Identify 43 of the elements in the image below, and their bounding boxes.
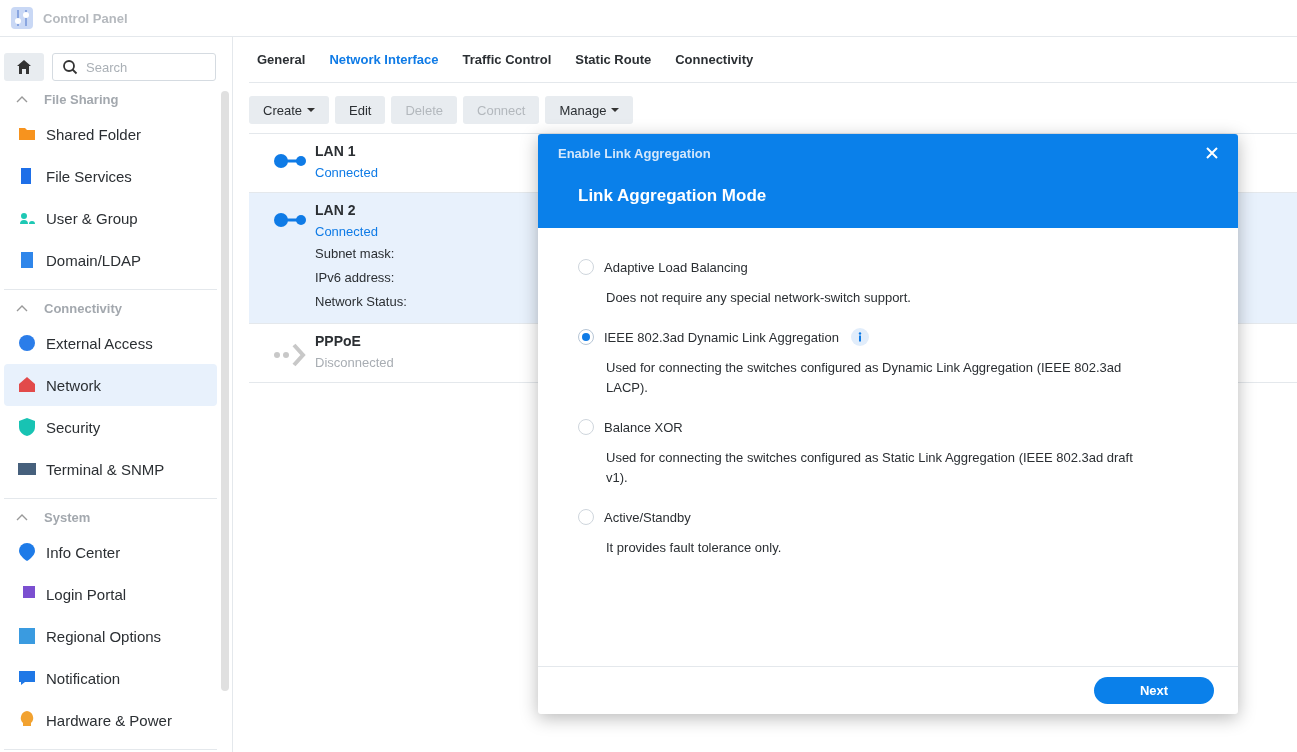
sidebar-item[interactable]: Info Center	[4, 531, 217, 573]
tab[interactable]: General	[257, 52, 306, 67]
tab[interactable]: Connectivity	[675, 52, 754, 67]
sidebar-item[interactable]: Shared Folder	[4, 113, 217, 155]
interface-name: LAN 1	[315, 143, 357, 161]
sidebar-item[interactable]: User & Group	[4, 197, 217, 239]
option-description: Used for connecting the switches configured as Dynamic Link Aggregation (IEEE 802.3ad LACP).	[605, 359, 1123, 397]
dialog-heading: Link Aggregation Mode	[577, 186, 768, 206]
interface-status: Disconnected	[315, 355, 394, 372]
sidebar-item[interactable]: Hardware & Power	[4, 699, 217, 741]
window-title: Control Panel	[43, 10, 128, 26]
dialog-title: Enable Link Aggregation	[558, 145, 711, 161]
interface-name: LAN 2	[315, 202, 357, 220]
sidebar-item[interactable]: Notification	[4, 657, 217, 699]
option-description: Does not require any special network-switch support.	[605, 289, 912, 307]
toolbar-button[interactable]: Manage	[545, 96, 634, 124]
search-field[interactable]: Search	[52, 53, 216, 81]
tab[interactable]: Traffic Control	[462, 52, 552, 67]
sidebar-item[interactable]: Domain/LDAP	[4, 239, 217, 281]
option-label[interactable]: Balance XOR	[604, 419, 683, 435]
toolbar-button[interactable]: Create	[249, 96, 330, 124]
tab[interactable]: Network Interface	[329, 52, 439, 67]
option-label[interactable]: Active/Standby	[604, 509, 691, 525]
tab[interactable]: Static Route	[575, 52, 652, 67]
option-description: It provides fault tolerance only.	[605, 539, 783, 557]
detail-label: IPv6 address:	[315, 269, 396, 287]
sidebar-item[interactable]: Security	[4, 406, 217, 448]
sidebar-item[interactable]: Terminal & SNMP	[4, 448, 217, 490]
interface-status: Connected	[315, 224, 379, 241]
sidebar-item[interactable]: Network	[4, 364, 217, 406]
sidebar-item[interactable]: Regional Options	[4, 615, 217, 657]
sidebar-item[interactable]: File Services	[4, 155, 217, 197]
toolbar-button[interactable]: Edit	[335, 96, 386, 124]
sidebar-item[interactable]: External Access	[4, 322, 217, 364]
interface-name: PPPoE	[315, 333, 362, 351]
option-label[interactable]: Adaptive Load Balancing	[604, 259, 748, 275]
sidebar-item[interactable]: Login Portal	[4, 573, 217, 615]
detail-label: Subnet mask:	[315, 245, 396, 263]
option-description: Used for connecting the switches configured as Static Link Aggregation (IEEE 802.3ad draft v1).	[605, 449, 1134, 487]
next-button[interactable]: Next	[1094, 677, 1214, 704]
detail-label: Network Status:	[315, 293, 407, 311]
option-label[interactable]: IEEE 802.3ad Dynamic Link Aggregation	[604, 329, 839, 345]
interface-status: Connected	[315, 165, 378, 182]
